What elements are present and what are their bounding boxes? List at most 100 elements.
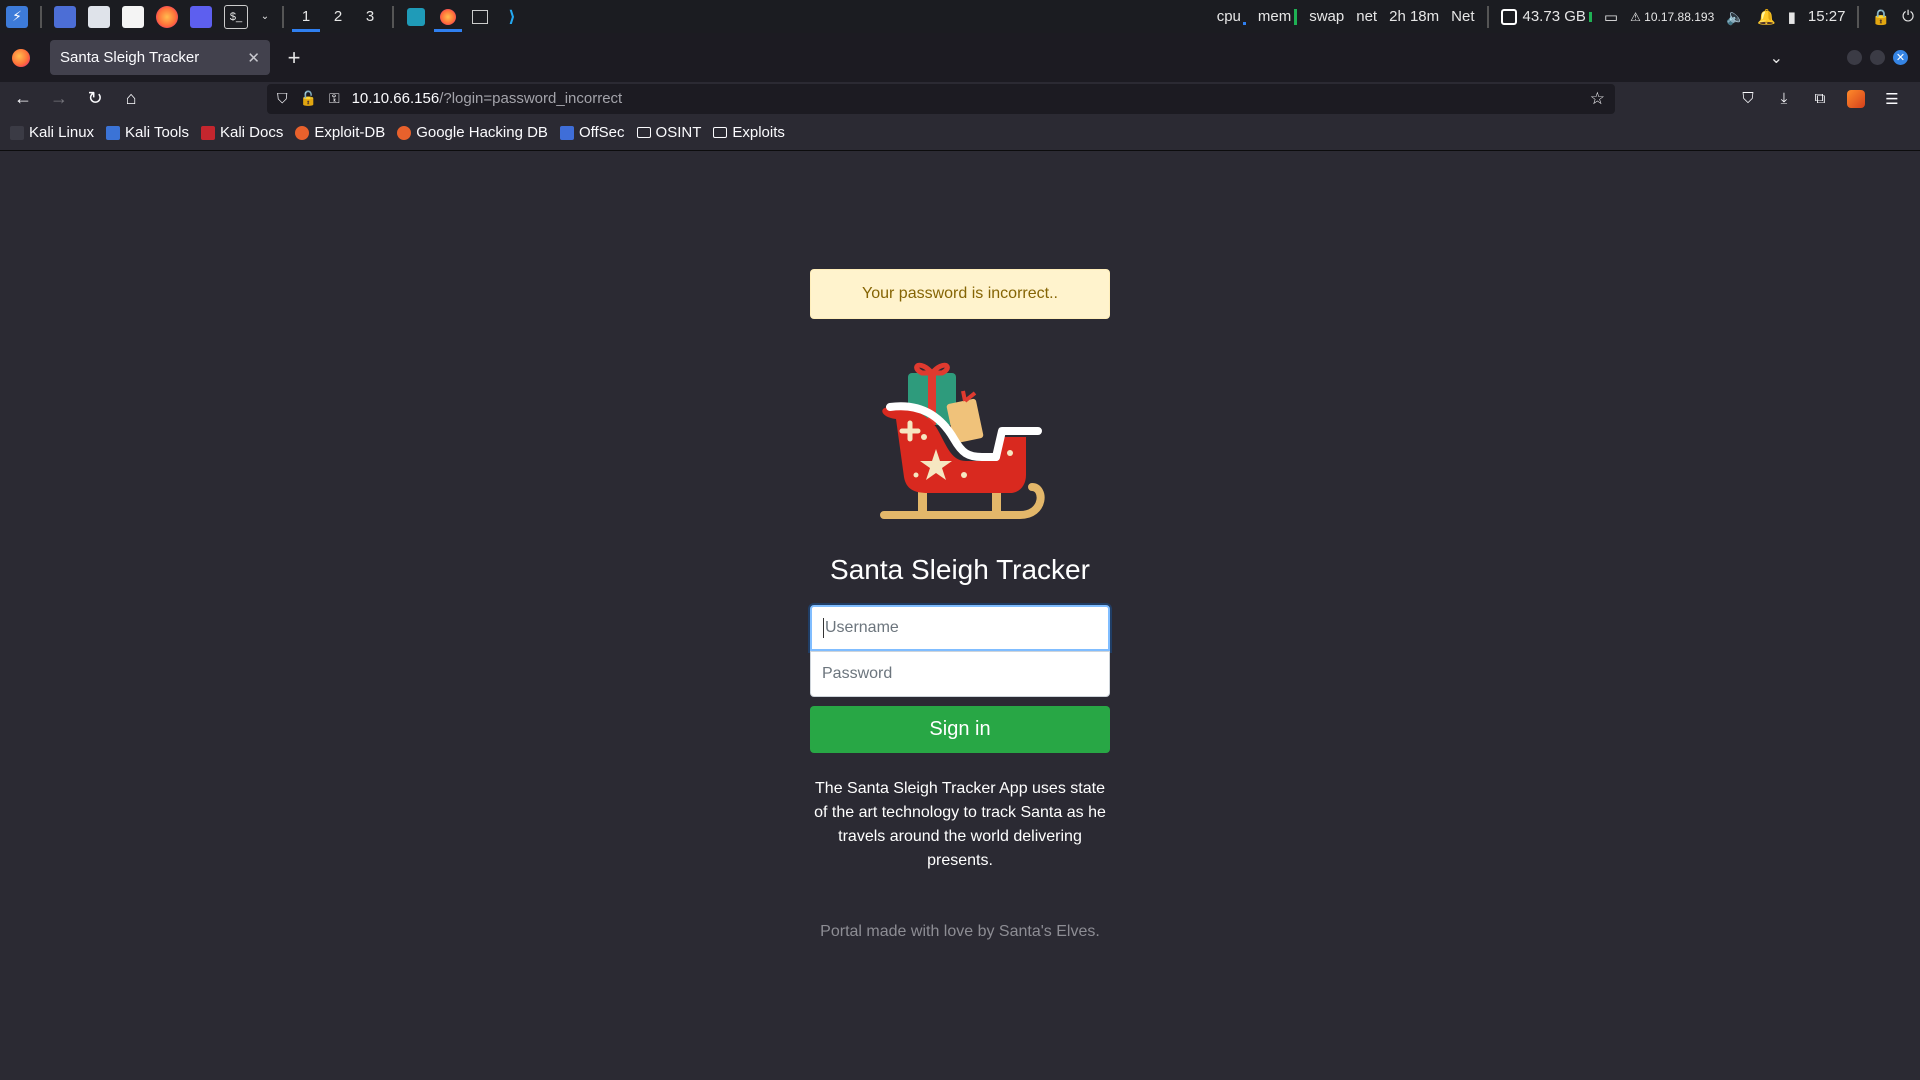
vpn-icon: ⚠ — [1630, 9, 1645, 24]
kali-docs-icon — [200, 125, 215, 140]
saved-logins-key-icon[interactable]: ⚿ — [329, 90, 340, 107]
pocket-icon[interactable]: ⛉ — [1730, 84, 1766, 114]
taskbar-app-firefox-icon[interactable] — [432, 0, 464, 33]
sleigh-logo-icon — [880, 362, 1045, 519]
bookmark-offsec[interactable]: OffSec — [559, 124, 625, 141]
insecure-lock-icon[interactable]: 🔓 — [300, 90, 317, 107]
bookmark-label: Kali Docs — [219, 124, 284, 141]
browser-tabstrip: Santa Sleigh Tracker ✕ + ⌄ ✕ — [0, 33, 1920, 82]
kali-menu-icon[interactable]: ⚡ — [6, 5, 28, 28]
kali-tools-icon — [106, 125, 121, 140]
tab-title: Santa Sleigh Tracker — [60, 49, 200, 66]
foxyproxy-icon[interactable] — [1838, 84, 1874, 114]
taskbar-app-remmina-icon[interactable] — [400, 0, 432, 33]
password-input[interactable]: Password — [810, 651, 1110, 697]
system-taskbar: ⚡ $_ ⌄ 1 2 3 ⟩ cpu mem swap net 2h 18m N… — [0, 0, 1920, 33]
extensions-icon[interactable]: ⧉ — [1802, 84, 1838, 114]
list-all-tabs-chevron-icon[interactable]: ⌄ — [1770, 48, 1783, 68]
url-bar[interactable]: ⛉ 🔓 ⚿ 10.10.66.156/?login=password_incor… — [267, 83, 1615, 114]
workspace-3[interactable]: 3 — [354, 0, 386, 33]
taskbar-app-terminal-icon[interactable] — [464, 0, 496, 33]
disk-icon — [1500, 9, 1517, 26]
taskbar-app-vscode-icon[interactable]: ⟩ — [496, 0, 528, 33]
password-error-alert: Your password is incorrect.. — [810, 269, 1110, 319]
password-placeholder: Password — [822, 665, 893, 682]
bookmark-folder-osint[interactable]: OSINT — [636, 124, 701, 141]
browser-tab-active[interactable]: Santa Sleigh Tracker ✕ — [50, 40, 270, 75]
window-minimize-button[interactable] — [1847, 50, 1862, 65]
hamburger-menu-icon[interactable]: ☰ — [1874, 84, 1910, 114]
footer-text: Portal made with love by Santa's Elves. — [820, 923, 1100, 940]
workspace-1[interactable]: 1 — [290, 0, 322, 33]
swap-label: swap — [1309, 8, 1345, 25]
home-icon[interactable]: ⌂ — [113, 84, 149, 114]
taskbar-divider — [1486, 5, 1489, 28]
firefox-launcher-icon[interactable] — [156, 5, 178, 28]
taskbar-divider — [1857, 5, 1860, 28]
bookmark-label: OffSec — [578, 124, 625, 141]
cpu-graph — [1242, 22, 1246, 25]
window-close-button[interactable]: ✕ — [1893, 50, 1908, 65]
battery-icon[interactable]: ▮ — [1782, 8, 1802, 26]
page-title: Santa Sleigh Tracker — [830, 554, 1090, 585]
bookmark-label: Exploit-DB — [314, 124, 386, 141]
bookmark-folder-exploits[interactable]: Exploits — [713, 124, 785, 141]
screen-record-icon[interactable] — [190, 5, 212, 28]
bookmarks-toolbar: Kali Linux Kali Tools Kali Docs Exploit-… — [0, 115, 1920, 151]
text-editor-icon[interactable] — [122, 5, 144, 28]
back-arrow-icon[interactable]: ← — [5, 84, 41, 114]
taskbar-divider — [392, 5, 394, 28]
lock-screen-icon[interactable]: 🔒 — [1865, 8, 1896, 26]
url-path: /?login=password_incorrect — [439, 90, 623, 107]
url-host: 10.10.66.156 — [351, 90, 440, 107]
reload-icon[interactable]: ↻ — [77, 84, 113, 114]
volume-icon[interactable]: 🔈 — [1720, 8, 1751, 26]
bookmark-label: Kali Linux — [29, 124, 95, 141]
logout-icon[interactable]: ⏻ — [1896, 8, 1920, 25]
bookmark-label: Kali Tools — [125, 124, 189, 141]
bookmark-exploit-db[interactable]: Exploit-DB — [295, 124, 385, 141]
desktop-icon[interactable] — [54, 5, 76, 28]
cpu-monitor: cpu — [1211, 8, 1252, 25]
disk-value: 43.73 GB — [1522, 7, 1586, 25]
launcher-dropdown-icon[interactable]: ⌄ — [260, 6, 270, 28]
net-label: net — [1356, 8, 1378, 25]
file-manager-icon[interactable] — [88, 5, 110, 28]
uptime-label: 2h 18m — [1389, 8, 1440, 25]
sign-in-button[interactable]: Sign in — [810, 706, 1110, 753]
folder-icon — [713, 127, 728, 138]
tracking-shield-icon[interactable]: ⛉ — [277, 90, 288, 107]
username-input[interactable]: Username — [810, 605, 1110, 651]
mem-monitor: mem — [1252, 7, 1303, 26]
terminal-launcher-icon[interactable]: $_ — [224, 4, 248, 29]
tab-close-icon[interactable]: ✕ — [247, 49, 260, 67]
firefox-view-icon[interactable] — [12, 48, 30, 67]
disk-graph — [1588, 12, 1592, 23]
web-page: Your password is incorrect.. Santa Sleig… — [0, 152, 1920, 1080]
bookmark-star-icon[interactable]: ☆ — [1590, 89, 1605, 109]
clock[interactable]: 15:27 — [1802, 8, 1852, 25]
mem-label: mem — [1257, 7, 1292, 25]
display-icon[interactable]: ▭ — [1598, 8, 1624, 26]
disk-monitor: 43.73 GB — [1495, 7, 1598, 26]
vpn-ip: 10.17.88.193 — [1644, 9, 1715, 24]
folder-icon — [636, 127, 651, 138]
offsec-icon — [559, 125, 574, 140]
bookmark-kali-tools[interactable]: Kali Tools — [106, 124, 189, 141]
mem-graph — [1294, 9, 1298, 26]
taskbar-divider — [282, 5, 284, 28]
net2-label: Net — [1451, 8, 1475, 25]
vpn-indicator[interactable]: ⚠ 10.17.88.193 — [1624, 10, 1720, 24]
notification-bell-icon[interactable]: 🔔 — [1751, 8, 1782, 26]
window-maximize-button[interactable] — [1870, 50, 1885, 65]
new-tab-plus-icon[interactable]: + — [278, 42, 310, 74]
bookmark-label: Exploits — [732, 124, 785, 141]
ghdb-icon — [397, 125, 412, 140]
kali-dragon-icon — [10, 125, 24, 140]
forward-arrow-icon[interactable]: → — [41, 84, 77, 114]
downloads-icon[interactable]: ⤓ — [1766, 84, 1802, 114]
bookmark-kali-docs[interactable]: Kali Docs — [200, 124, 284, 141]
bookmark-google-hacking-db[interactable]: Google Hacking DB — [397, 124, 548, 141]
bookmark-kali-linux[interactable]: Kali Linux — [10, 124, 94, 141]
workspace-2[interactable]: 2 — [322, 0, 354, 33]
